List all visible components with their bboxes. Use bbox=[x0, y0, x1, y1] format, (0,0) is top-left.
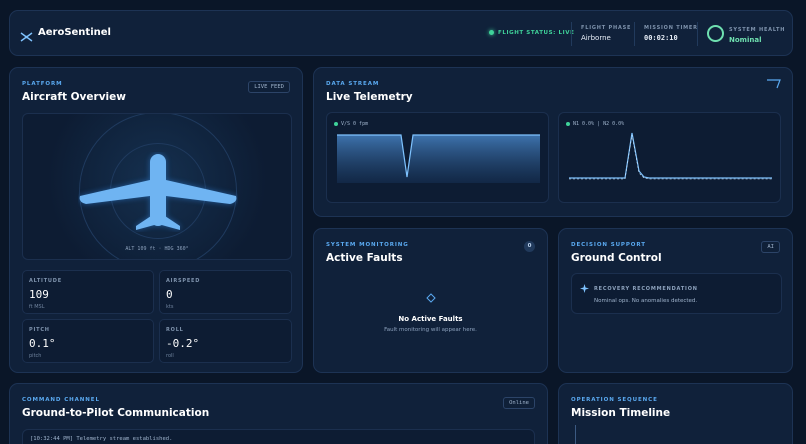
telemetry-title: Live Telemetry bbox=[326, 91, 413, 103]
status-dot bbox=[334, 122, 338, 126]
timeline-track bbox=[575, 425, 576, 444]
mission-timer-label: MISSION TIMER bbox=[644, 25, 698, 31]
recovery-recommendation-card: RECOVERY RECOMMENDATION Nominal ops. No … bbox=[571, 273, 782, 314]
flight-status-text: FLIGHT STATUS: LIVE bbox=[498, 30, 575, 36]
aircraft-eyebrow: PLATFORM bbox=[22, 81, 63, 87]
no-faults-title: No Active Faults bbox=[398, 315, 463, 323]
system-health-ring-icon bbox=[707, 25, 724, 42]
brand-logo-icon bbox=[20, 27, 33, 42]
system-health-label: SYSTEM HEALTH bbox=[729, 27, 786, 33]
faults-title: Active Faults bbox=[326, 252, 403, 264]
recovery-title: RECOVERY RECOMMENDATION bbox=[594, 286, 698, 292]
aircraft-title: Aircraft Overview bbox=[22, 91, 126, 103]
flight-phase-label: FLIGHT PHASE bbox=[581, 25, 632, 31]
ground-control-panel: DECISION SUPPORT Ground Control AI RECOV… bbox=[558, 228, 793, 373]
stat-unit: ft MSL bbox=[29, 304, 45, 310]
no-faults-subtitle: Fault monitoring will appear here. bbox=[384, 327, 477, 333]
aircraft-overview-panel: PLATFORM Aircraft Overview LIVE FEED ALT… bbox=[9, 67, 303, 373]
brand-name: AeroSentinel bbox=[38, 27, 111, 38]
alt-heading-readout: ALT 109 ft · HDG 360° bbox=[125, 246, 189, 252]
online-badge[interactable]: Online bbox=[503, 397, 535, 409]
decision-title: Ground Control bbox=[571, 252, 662, 264]
stat-label: AIRSPEED bbox=[166, 278, 201, 284]
stat-unit: pitch bbox=[29, 353, 42, 359]
active-faults-panel: SYSTEM MONITORING Active Faults 0 No Act… bbox=[313, 228, 548, 373]
diamond-icon bbox=[426, 293, 436, 303]
timeline-eyebrow: OPERATION SEQUENCE bbox=[571, 397, 658, 403]
stat-roll: ROLL -0.2° roll bbox=[159, 319, 292, 363]
vs-chart: V/S 0 fpm bbox=[326, 112, 549, 203]
stat-label: PITCH bbox=[29, 327, 50, 333]
header-divider bbox=[634, 22, 635, 46]
corner-arrow-icon[interactable] bbox=[767, 79, 781, 89]
timeline-title: Mission Timeline bbox=[571, 407, 671, 419]
stat-label: ROLL bbox=[166, 327, 184, 333]
decision-eyebrow: DECISION SUPPORT bbox=[571, 242, 646, 248]
header-divider bbox=[697, 22, 698, 46]
ai-badge[interactable]: AI bbox=[761, 241, 780, 253]
stat-airspeed: AIRSPEED 0 kts bbox=[159, 270, 292, 314]
comms-title: Ground-to-Pilot Communication bbox=[22, 407, 210, 419]
stat-pitch: PITCH 0.1° pitch bbox=[22, 319, 154, 363]
n1n2-graph bbox=[569, 132, 772, 180]
stat-altitude: ALTITUDE 109 ft MSL bbox=[22, 270, 154, 314]
flight-status-dot bbox=[489, 30, 494, 35]
aircraft-silhouette-icon bbox=[79, 154, 237, 230]
aircraft-visual: ALT 109 ft · HDG 360° bbox=[22, 113, 292, 260]
stat-unit: roll bbox=[166, 353, 174, 359]
mission-timer-value: 00:02:10 bbox=[644, 34, 678, 42]
vs-label: V/S 0 fpm bbox=[341, 121, 369, 127]
status-dot bbox=[566, 122, 570, 126]
flight-phase-value: Airborne bbox=[581, 34, 611, 42]
log-line: [10:32:44 PM] Telemetry stream establish… bbox=[30, 436, 173, 442]
stat-unit: kts bbox=[166, 304, 174, 310]
sparkle-icon bbox=[580, 284, 589, 293]
stat-value: 109 bbox=[29, 288, 49, 301]
stat-value: 0 bbox=[166, 288, 173, 301]
live-telemetry-panel: DATA STREAM Live Telemetry V/S 0 fpm N1 … bbox=[313, 67, 793, 217]
comms-eyebrow: COMMAND CHANNEL bbox=[22, 397, 100, 403]
stat-label: ALTITUDE bbox=[29, 278, 62, 284]
n1n2-chart: N1 0.0% | N2 0.0% bbox=[558, 112, 781, 203]
comms-log: [10:32:44 PM] Telemetry stream establish… bbox=[22, 429, 535, 444]
communication-panel: COMMAND CHANNEL Ground-to-Pilot Communic… bbox=[9, 383, 548, 444]
recovery-text: Nominal ops. No anomalies detected. bbox=[594, 298, 698, 304]
stat-value: -0.2° bbox=[166, 337, 200, 350]
n1n2-label: N1 0.0% | N2 0.0% bbox=[573, 121, 625, 127]
stat-value: 0.1° bbox=[29, 337, 56, 350]
system-health-value: Nominal bbox=[729, 36, 762, 44]
header-divider bbox=[571, 22, 572, 46]
mission-timeline-panel: OPERATION SEQUENCE Mission Timeline bbox=[558, 383, 793, 444]
top-header bbox=[9, 10, 793, 56]
faults-eyebrow: SYSTEM MONITORING bbox=[326, 242, 409, 248]
vs-graph bbox=[337, 134, 540, 183]
telemetry-eyebrow: DATA STREAM bbox=[326, 81, 380, 87]
fault-count-badge: 0 bbox=[524, 241, 535, 252]
live-feed-badge[interactable]: LIVE FEED bbox=[248, 81, 290, 93]
